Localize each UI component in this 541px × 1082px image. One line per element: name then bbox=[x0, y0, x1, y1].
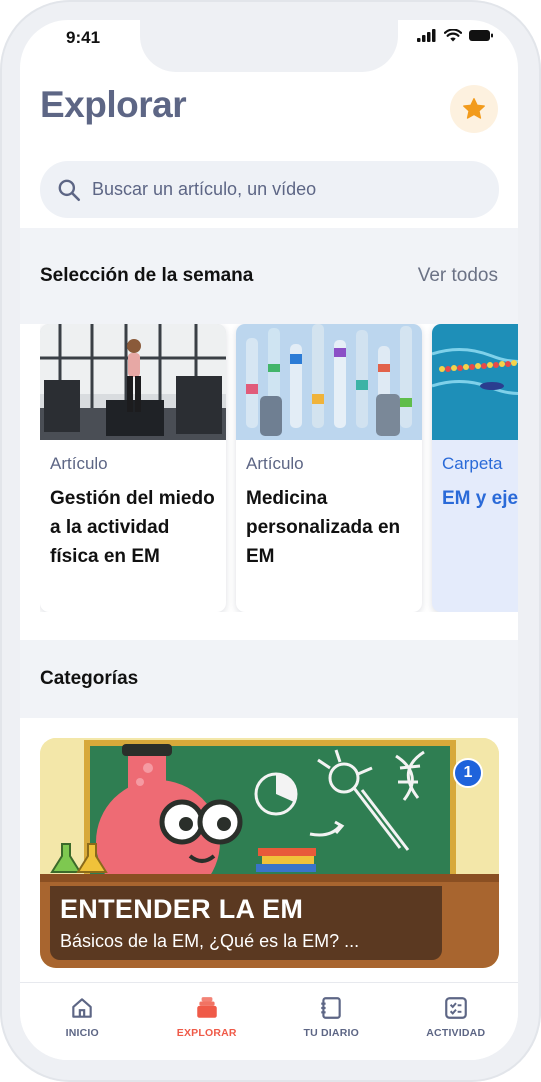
card-title: Gestión del miedo a la actividad física … bbox=[50, 488, 215, 567]
tab-label: INICIO bbox=[65, 1027, 99, 1039]
checklist-icon bbox=[444, 997, 467, 1019]
page-title: Explorar bbox=[40, 84, 187, 125]
journal-icon bbox=[321, 997, 341, 1019]
search-input[interactable] bbox=[92, 179, 472, 200]
favorites-button[interactable] bbox=[450, 85, 498, 133]
app-screen: 9:41 Explorar Selección de la sema bbox=[20, 20, 518, 1060]
status-time: 9:41 bbox=[66, 28, 101, 47]
tab-tu-diario[interactable]: TU DIARIO bbox=[269, 983, 394, 1060]
folder-card[interactable]: Carpeta EM y eje bbox=[432, 324, 518, 612]
tab-explorar[interactable]: EXPLORAR bbox=[145, 983, 270, 1060]
card-title: Medicina personalizada en EM bbox=[246, 488, 401, 567]
tab-actividad[interactable]: ACTIVIDAD bbox=[394, 983, 519, 1060]
category-card[interactable]: 1 ENTENDER LA EM Básicos de la EM, ¿Qué … bbox=[40, 738, 499, 968]
cellular-signal-icon bbox=[417, 29, 436, 42]
search-bar[interactable] bbox=[40, 161, 499, 218]
card-type: Artículo bbox=[246, 454, 304, 473]
see-all-link[interactable]: Ver todos bbox=[418, 265, 498, 287]
tab-inicio[interactable]: INICIO bbox=[20, 983, 145, 1060]
search-icon bbox=[58, 179, 81, 201]
tab-label: TU DIARIO bbox=[303, 1027, 359, 1039]
section-title-weekly: Selección de la semana bbox=[40, 265, 254, 286]
notification-badge: 1 bbox=[453, 758, 483, 788]
card-title: EM y eje bbox=[442, 488, 518, 509]
category-title: ENTENDER LA EM bbox=[60, 894, 304, 924]
tab-label: ACTIVIDAD bbox=[426, 1027, 486, 1039]
card-type: Artículo bbox=[50, 454, 108, 473]
article-card[interactable]: Artículo Gestión del miedo a la activida… bbox=[40, 324, 226, 612]
article-card[interactable]: Artículo Medicina personalizada en EM bbox=[236, 324, 422, 612]
card-type: Carpeta bbox=[442, 454, 503, 473]
tab-label: EXPLORAR bbox=[176, 1027, 237, 1039]
bottom-tab-bar: INICIO EXPLORAR TU DIARIO ACTIVIDAD bbox=[20, 982, 518, 1060]
star-icon bbox=[463, 98, 485, 119]
header: Explorar bbox=[40, 84, 498, 134]
vials-image bbox=[236, 324, 422, 440]
section-title-categories: Categorías bbox=[40, 668, 139, 689]
wifi-icon bbox=[444, 29, 462, 42]
category-caption: ENTENDER LA EM Básicos de la EM, ¿Qué es… bbox=[50, 886, 442, 960]
notch bbox=[140, 20, 398, 72]
category-subtitle: Básicos de la EM, ¿Qué es la EM? ... bbox=[60, 931, 360, 951]
categories-header: Categorías bbox=[20, 640, 518, 718]
weekly-carousel[interactable]: Artículo Gestión del miedo a la activida… bbox=[40, 324, 518, 612]
home-icon bbox=[72, 998, 92, 1018]
stack-icon bbox=[197, 997, 217, 1018]
status-icons bbox=[417, 29, 494, 42]
swimming-pool-image bbox=[432, 324, 518, 440]
gym-treadmill-image bbox=[40, 324, 226, 440]
battery-icon bbox=[469, 30, 493, 41]
weekly-selection-header: Selección de la semana Ver todos bbox=[20, 228, 518, 324]
